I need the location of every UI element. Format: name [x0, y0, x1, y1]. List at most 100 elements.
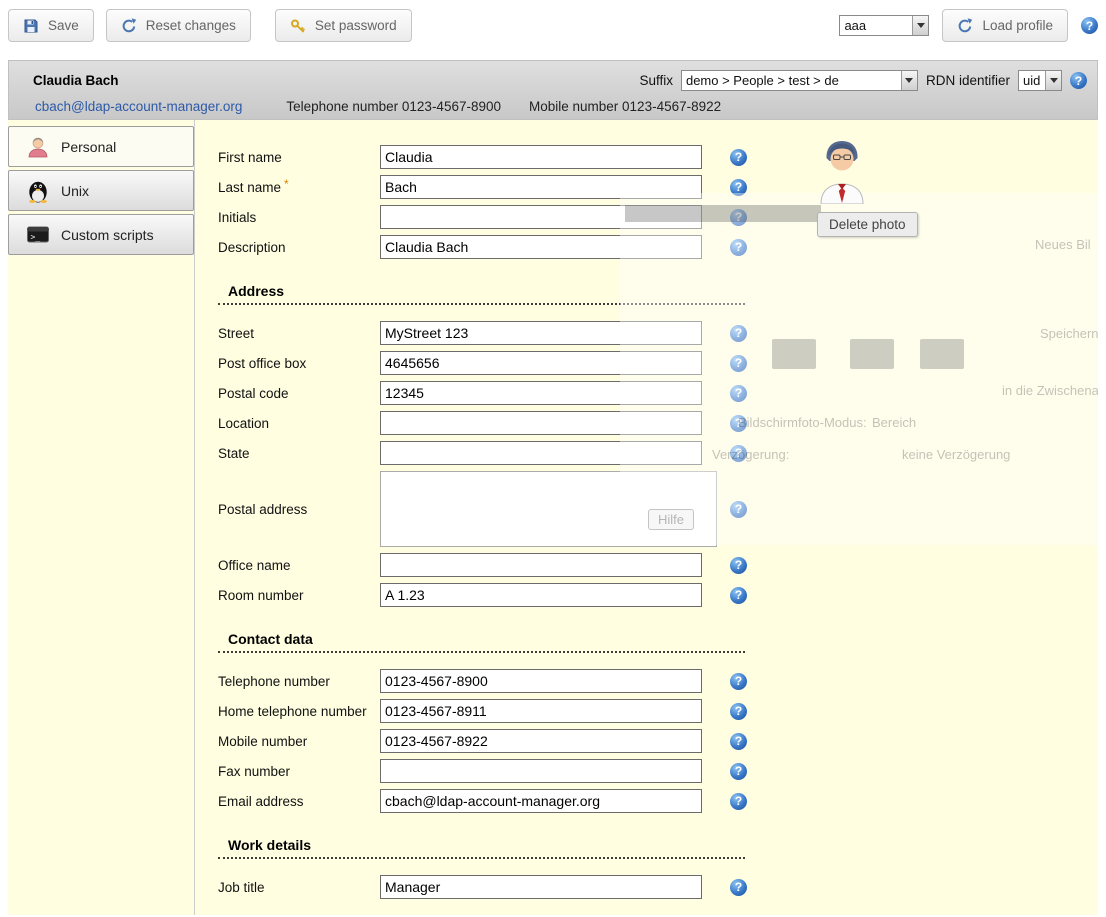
field-input-street[interactable]	[380, 321, 702, 345]
save-icon	[23, 18, 39, 34]
field-label: Location	[218, 416, 380, 431]
field-label: Mobile number	[218, 734, 380, 749]
account-name: Claudia Bach	[19, 73, 119, 88]
form-row: Post office box	[218, 351, 1098, 375]
field-label: Office name	[218, 558, 380, 573]
form-row: State	[218, 441, 1098, 465]
rdn-identifier-label: RDN identifier	[926, 73, 1010, 88]
form-row: Room number	[218, 583, 1098, 607]
help-icon[interactable]	[730, 149, 747, 166]
field-input-initials[interactable]	[380, 205, 702, 229]
help-icon[interactable]	[730, 355, 747, 372]
help-icon[interactable]	[730, 703, 747, 720]
reset-changes-button[interactable]: Reset changes	[106, 9, 251, 42]
help-icon[interactable]	[730, 763, 747, 780]
field-input-fax-number[interactable]	[380, 759, 702, 783]
user-photo	[817, 140, 867, 209]
load-profile-button[interactable]: Load profile	[942, 9, 1068, 42]
form-row: Location	[218, 411, 1098, 435]
help-icon[interactable]	[730, 673, 747, 690]
field-input-room-number[interactable]	[380, 583, 702, 607]
rdn-identifier-select[interactable]: uid	[1018, 70, 1062, 91]
section-header-contact-data: Contact data	[218, 631, 745, 653]
field-input-post-office-box[interactable]	[380, 351, 702, 375]
rdn-select-value: uid	[1023, 73, 1040, 88]
person-icon	[26, 135, 50, 159]
form-row: Mobile number	[218, 729, 1098, 753]
field-input-state[interactable]	[380, 441, 702, 465]
field-label: Street	[218, 326, 380, 341]
help-icon[interactable]	[730, 445, 747, 462]
help-icon[interactable]	[730, 209, 747, 226]
chevron-down-icon	[912, 16, 928, 35]
field-input-office-name[interactable]	[380, 553, 702, 577]
chevron-down-icon	[901, 71, 917, 90]
form-area: First name Last name* Initials Description A…	[195, 120, 1098, 915]
field-input-mobile-number[interactable]	[380, 729, 702, 753]
field-input-last-name[interactable]	[380, 175, 702, 199]
save-button[interactable]: Save	[8, 9, 94, 42]
field-label: Home telephone number	[218, 704, 380, 719]
suffix-select[interactable]: demo > People > test > de	[681, 70, 918, 91]
form-row: Home telephone number	[218, 699, 1098, 723]
help-icon[interactable]	[730, 415, 747, 432]
set-password-button[interactable]: Set password	[275, 9, 412, 42]
field-label: Initials	[218, 210, 380, 225]
field-label: Postal code	[218, 386, 380, 401]
help-icon[interactable]	[730, 733, 747, 750]
field-label: Postal address	[218, 502, 380, 517]
help-icon[interactable]	[730, 557, 747, 574]
field-label: Last name*	[218, 180, 380, 195]
sidebar-item-label: Personal	[61, 139, 116, 155]
field-input-email-address[interactable]	[380, 789, 702, 813]
field-label: Job title	[218, 880, 380, 895]
field-input-first-name[interactable]	[380, 145, 702, 169]
form-row: Last name*	[218, 175, 1098, 199]
form-row: Office name	[218, 553, 1098, 577]
field-input-postal-code[interactable]	[380, 381, 702, 405]
tux-icon	[26, 179, 50, 203]
field-input-description[interactable]	[380, 235, 702, 259]
field-label: State	[218, 446, 380, 461]
profile-select[interactable]: aaa	[839, 15, 929, 36]
help-icon[interactable]	[730, 587, 747, 604]
field-input-postal-address[interactable]	[380, 471, 717, 547]
help-icon[interactable]	[730, 325, 747, 342]
help-icon[interactable]	[1070, 72, 1087, 89]
field-label: Fax number	[218, 764, 380, 779]
form-row: Fax number	[218, 759, 1098, 783]
help-icon[interactable]	[730, 879, 747, 896]
field-input-home-telephone-number[interactable]	[380, 699, 702, 723]
form-row: First name	[218, 145, 1098, 169]
toolbar-right: aaa Load profile	[839, 9, 1098, 42]
help-icon[interactable]	[730, 239, 747, 256]
email-link[interactable]: cbach@ldap-account-manager.org	[19, 99, 242, 114]
reset-icon	[121, 18, 137, 34]
help-icon[interactable]	[730, 385, 747, 402]
field-input-telephone-number[interactable]	[380, 669, 702, 693]
sidebar-item-unix[interactable]: Unix	[8, 170, 194, 211]
help-icon[interactable]	[730, 501, 747, 518]
field-label: Description	[218, 240, 380, 255]
field-input-location[interactable]	[380, 411, 702, 435]
header-mobile: Mobile number 0123-4567-8922	[529, 99, 721, 114]
field-label: Email address	[218, 794, 380, 809]
sidebar-item-personal[interactable]: Personal	[8, 126, 194, 167]
account-header-row1: Claudia Bach Suffix demo > People > test…	[19, 67, 1087, 94]
help-icon[interactable]	[730, 793, 747, 810]
section-header-address: Address	[218, 283, 745, 305]
help-icon[interactable]	[1081, 17, 1098, 34]
sidebar: Personal Unix>_Custom scripts	[8, 120, 195, 915]
account-header-controls: Suffix demo > People > test > de RDN ide…	[639, 70, 1087, 91]
help-icon[interactable]	[730, 179, 747, 196]
load-profile-icon	[957, 18, 973, 34]
suffix-select-value: demo > People > test > de	[686, 73, 896, 88]
header-telephone: Telephone number 0123-4567-8900	[286, 99, 501, 114]
section-header-work-details: Work details	[218, 837, 745, 859]
svg-text:>_: >_	[31, 232, 41, 241]
delete-photo-button[interactable]: Delete photo	[817, 212, 918, 237]
field-input-job-title[interactable]	[380, 875, 702, 899]
form-row: Email address	[218, 789, 1098, 813]
required-marker: *	[284, 177, 289, 191]
sidebar-item-custom-scripts[interactable]: >_Custom scripts	[8, 214, 194, 255]
